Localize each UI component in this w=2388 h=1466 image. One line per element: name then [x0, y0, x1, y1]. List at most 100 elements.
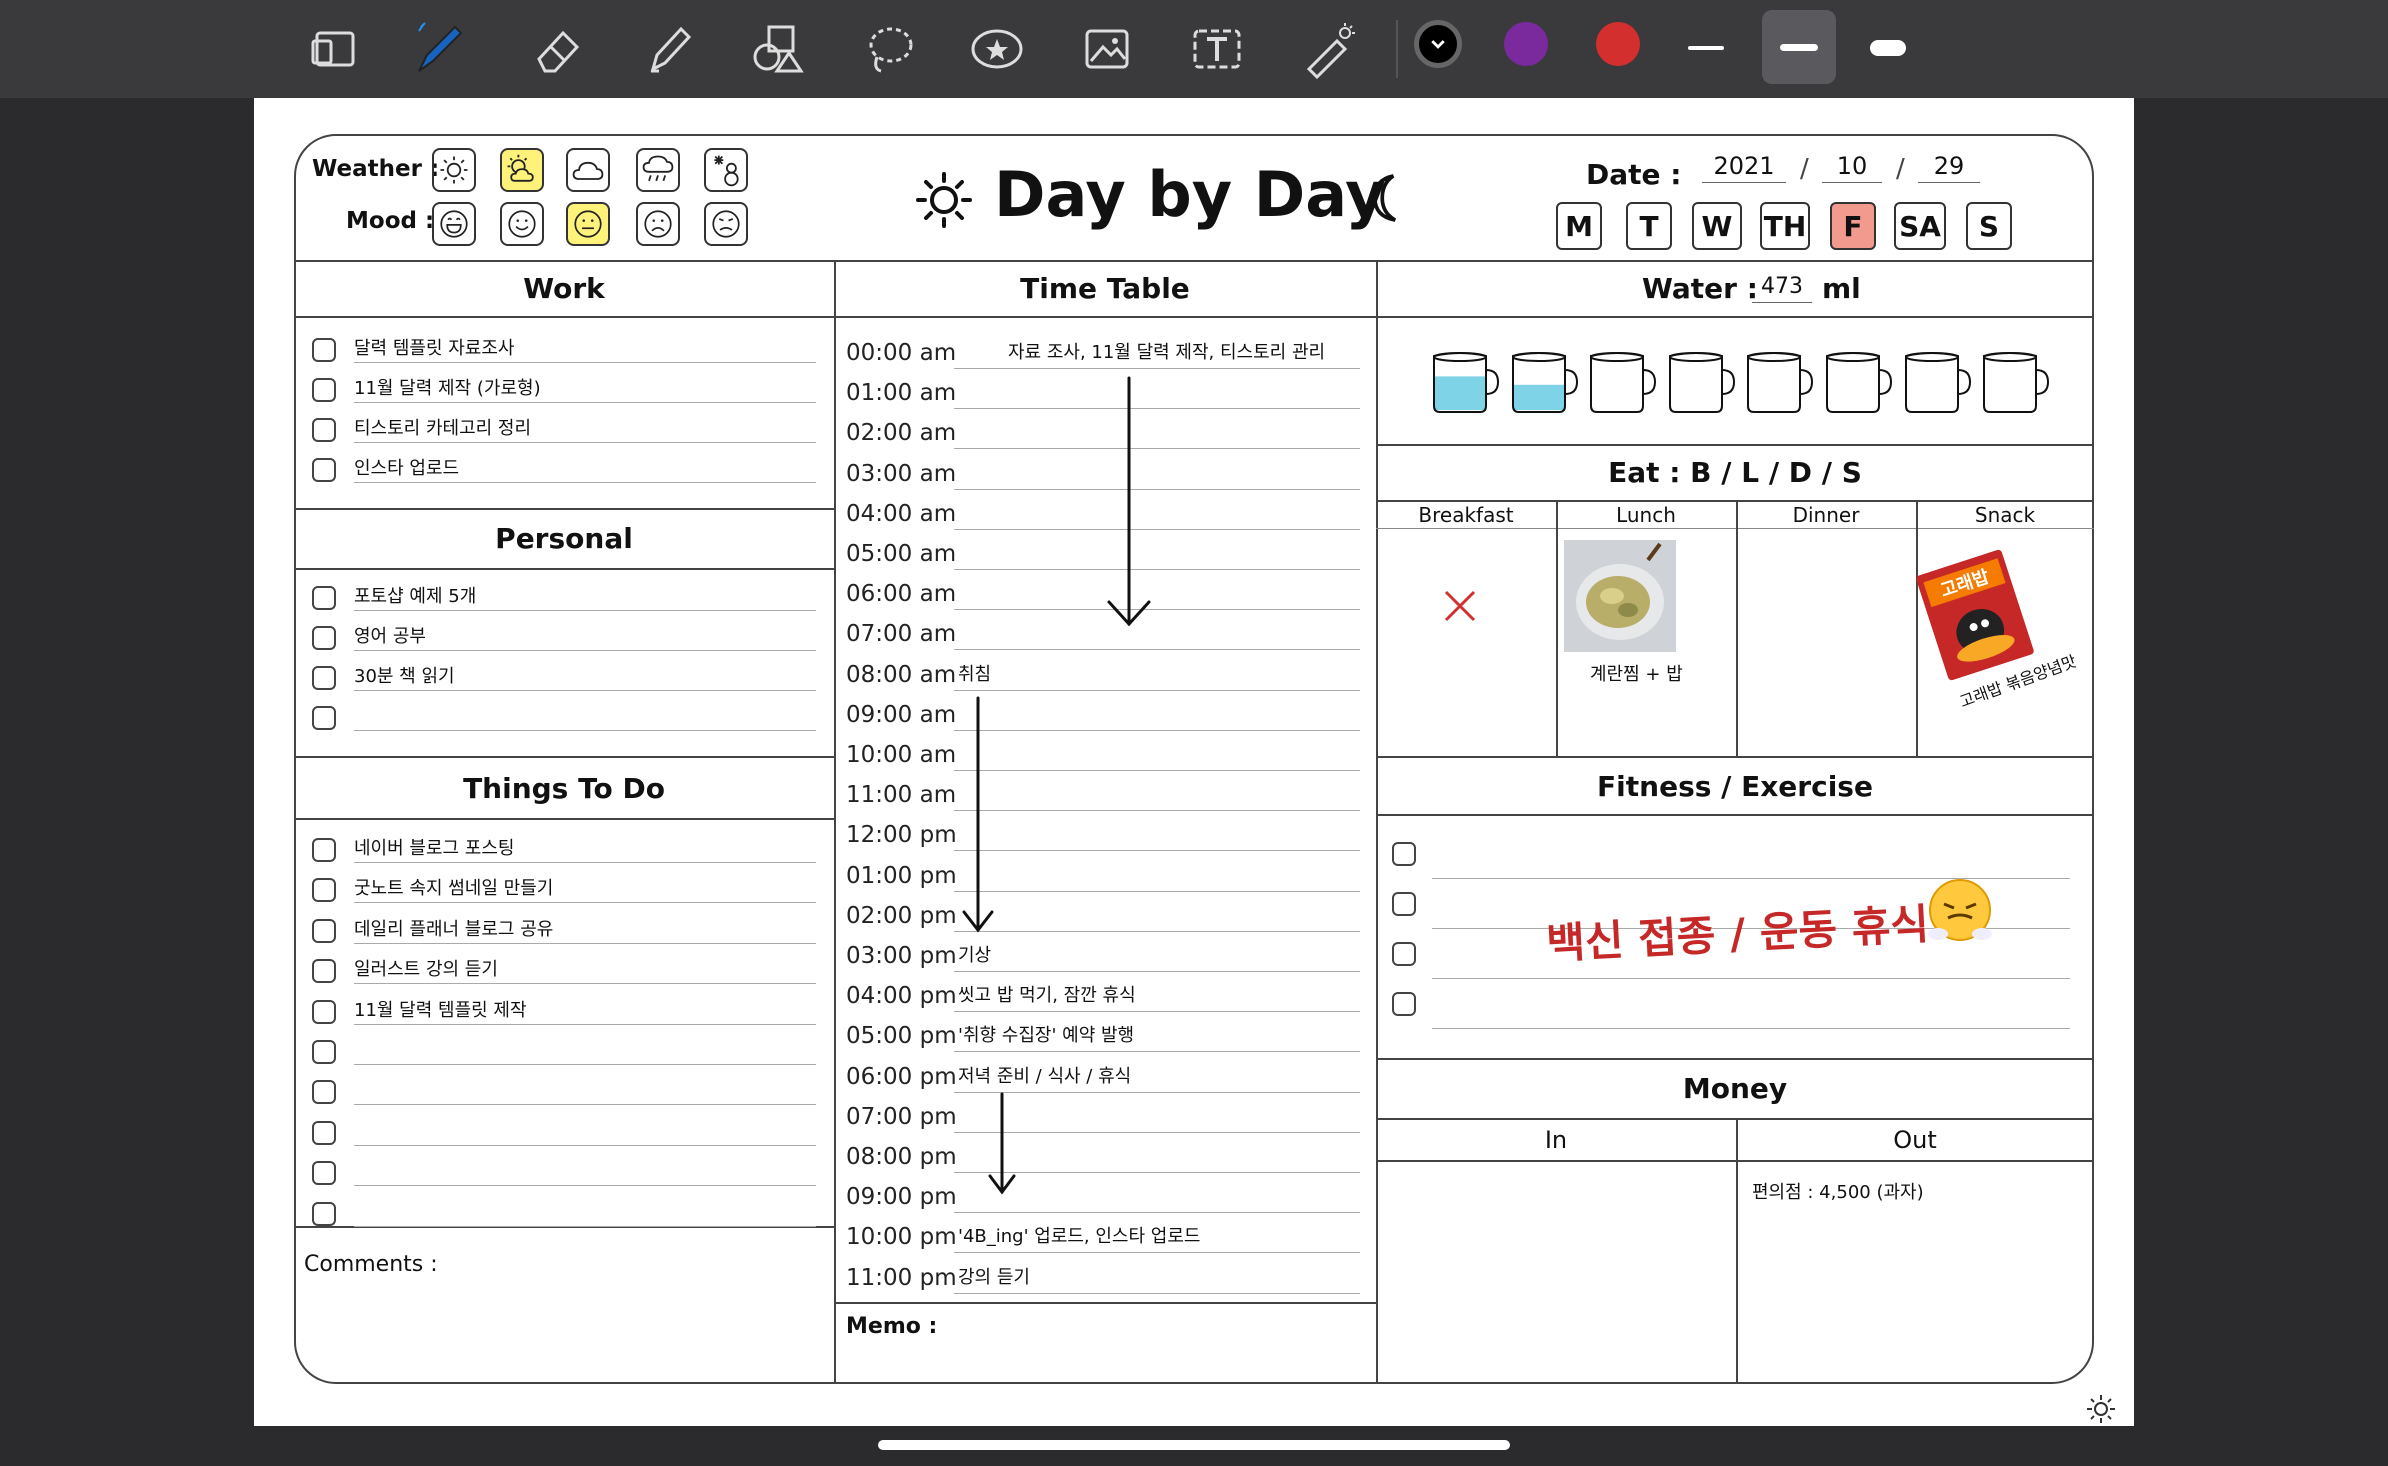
checkbox[interactable]: [312, 1201, 336, 1226]
chevron-down-icon: [1431, 40, 1445, 49]
work-title: Work: [523, 272, 605, 305]
eat-col-snack: Snack: [1974, 503, 2036, 527]
laser-pointer-icon[interactable]: [1296, 16, 1362, 82]
water-cup-icon[interactable]: [1430, 350, 1508, 420]
home-indicator: [878, 1440, 1510, 1450]
day-sun[interactable]: S: [1966, 202, 2012, 250]
list-item-text[interactable]: 데일리 플래너 블로그 공유: [354, 915, 553, 941]
checkbox[interactable]: [312, 1040, 336, 1064]
weather-snowy-icon[interactable]: [704, 148, 748, 192]
weather-cloudy-icon[interactable]: [566, 148, 610, 192]
todo-title: Things To Do: [463, 772, 665, 805]
color-purple[interactable]: [1504, 22, 1548, 66]
day-fri-selected[interactable]: F: [1830, 202, 1876, 250]
list-item-text[interactable]: 네이버 블로그 포스팅: [354, 834, 514, 860]
color-red[interactable]: [1596, 22, 1640, 66]
water-cup-icon[interactable]: [1666, 350, 1744, 420]
list-item-text[interactable]: 굿노트 속지 썸네일 만들기: [354, 874, 553, 900]
text-icon[interactable]: [1184, 16, 1250, 82]
mood-happy-icon[interactable]: [500, 202, 544, 246]
checkbox[interactable]: [312, 959, 336, 984]
list-item-text[interactable]: 인스타 업로드: [354, 454, 459, 480]
lasso-icon[interactable]: [856, 16, 922, 82]
checkbox[interactable]: [312, 878, 336, 903]
day-tue[interactable]: T: [1626, 202, 1672, 250]
checkbox[interactable]: [312, 1120, 336, 1145]
list-item-text[interactable]: 11월 달력 제작 (가로형): [354, 374, 541, 400]
checkbox[interactable]: [312, 586, 336, 610]
list-item-text[interactable]: 11월 달력 템플릿 제작: [354, 996, 527, 1022]
day-mon[interactable]: M: [1556, 202, 1602, 250]
entry-line: [354, 442, 816, 443]
fitness-checkbox[interactable]: [1392, 892, 1416, 916]
checkbox[interactable]: [312, 378, 336, 402]
weather-sunny-icon[interactable]: [432, 148, 476, 192]
line-thick[interactable]: [1870, 40, 1906, 56]
fitness-checkbox[interactable]: [1392, 942, 1416, 966]
mood-sad-icon[interactable]: [636, 202, 680, 246]
list-item-text[interactable]: 달력 템플릿 자료조사: [354, 334, 514, 360]
weather-label: Weather :: [312, 156, 440, 182]
water-unit: ml: [1822, 272, 1861, 305]
fitness-checkbox[interactable]: [1392, 842, 1416, 866]
water-cup-icon[interactable]: [1980, 350, 2058, 420]
entry-line: [354, 1023, 816, 1025]
list-item-text[interactable]: 영어 공부: [354, 622, 426, 648]
fitness-checkbox[interactable]: [1392, 992, 1416, 1016]
day-sat[interactable]: SA: [1894, 202, 1946, 250]
date-label: Date :: [1586, 158, 1682, 191]
checkbox[interactable]: [312, 458, 336, 482]
lunch-note: 계란찜 + 밥: [1590, 664, 1683, 685]
checkbox[interactable]: [312, 999, 336, 1024]
day-thu[interactable]: TH: [1760, 202, 1810, 250]
water-cup-icon[interactable]: [1587, 350, 1665, 420]
checkbox[interactable]: [312, 666, 336, 690]
water-cup-icon[interactable]: [1744, 350, 1822, 420]
date-month[interactable]: 10: [1822, 152, 1882, 180]
water-cup-icon[interactable]: [1509, 350, 1587, 420]
checkbox[interactable]: [312, 418, 336, 442]
list-item-text[interactable]: 30분 책 읽기: [354, 662, 455, 688]
checkbox[interactable]: [312, 338, 336, 362]
line-thin[interactable]: [1688, 46, 1724, 50]
fitness-title: Fitness / Exercise: [1597, 770, 1873, 803]
timetable-arrows: [962, 376, 1151, 1195]
timetable-title: Time Table: [1020, 272, 1190, 305]
checkbox[interactable]: [312, 1161, 336, 1186]
checkbox[interactable]: [312, 838, 336, 862]
checkbox[interactable]: [312, 1080, 336, 1105]
fitness-line: [1432, 1028, 2070, 1029]
weather-partly-cloudy-icon[interactable]: [500, 148, 544, 192]
image-icon[interactable]: [1074, 16, 1140, 82]
entry-line: [354, 1225, 816, 1227]
sticker-icon[interactable]: [964, 16, 1030, 82]
page-layout-icon[interactable]: [302, 16, 368, 82]
date-day[interactable]: 29: [1918, 152, 1980, 180]
mood-angry-icon[interactable]: [704, 202, 748, 246]
water-cup-icon[interactable]: [1902, 350, 1980, 420]
list-item-text[interactable]: 일러스트 강의 듣기: [354, 955, 498, 981]
weather-rainy-icon[interactable]: [636, 148, 680, 192]
water-amount[interactable]: 473: [1752, 274, 1812, 299]
pen-icon[interactable]: [406, 16, 472, 82]
eat-col-breakfast: Breakfast: [1418, 503, 1514, 527]
entry-line: [354, 983, 816, 985]
checkbox[interactable]: [312, 918, 336, 943]
highlighter-icon[interactable]: [636, 16, 702, 82]
mood-laughing-icon[interactable]: [432, 202, 476, 246]
money-in-label: In: [1544, 1126, 1568, 1154]
money-out-item[interactable]: 편의점 : 4,500 (과자): [1752, 1178, 1924, 1204]
date-year[interactable]: 2021: [1702, 152, 1786, 180]
water-cup-icon[interactable]: [1823, 350, 1901, 420]
checkbox[interactable]: [312, 626, 336, 650]
eraser-icon[interactable]: [524, 16, 590, 82]
color-black-selected[interactable]: [1414, 20, 1462, 68]
checkbox[interactable]: [312, 706, 336, 730]
money-title: Money: [1682, 1072, 1788, 1105]
steaming-face-icon: [1924, 876, 1996, 952]
shapes-icon[interactable]: [744, 16, 810, 82]
day-wed[interactable]: W: [1692, 202, 1742, 250]
list-item-text[interactable]: 포토샵 예제 5개: [354, 582, 476, 608]
mood-neutral-icon[interactable]: [566, 202, 610, 246]
list-item-text[interactable]: 티스토리 카테고리 정리: [354, 414, 531, 440]
